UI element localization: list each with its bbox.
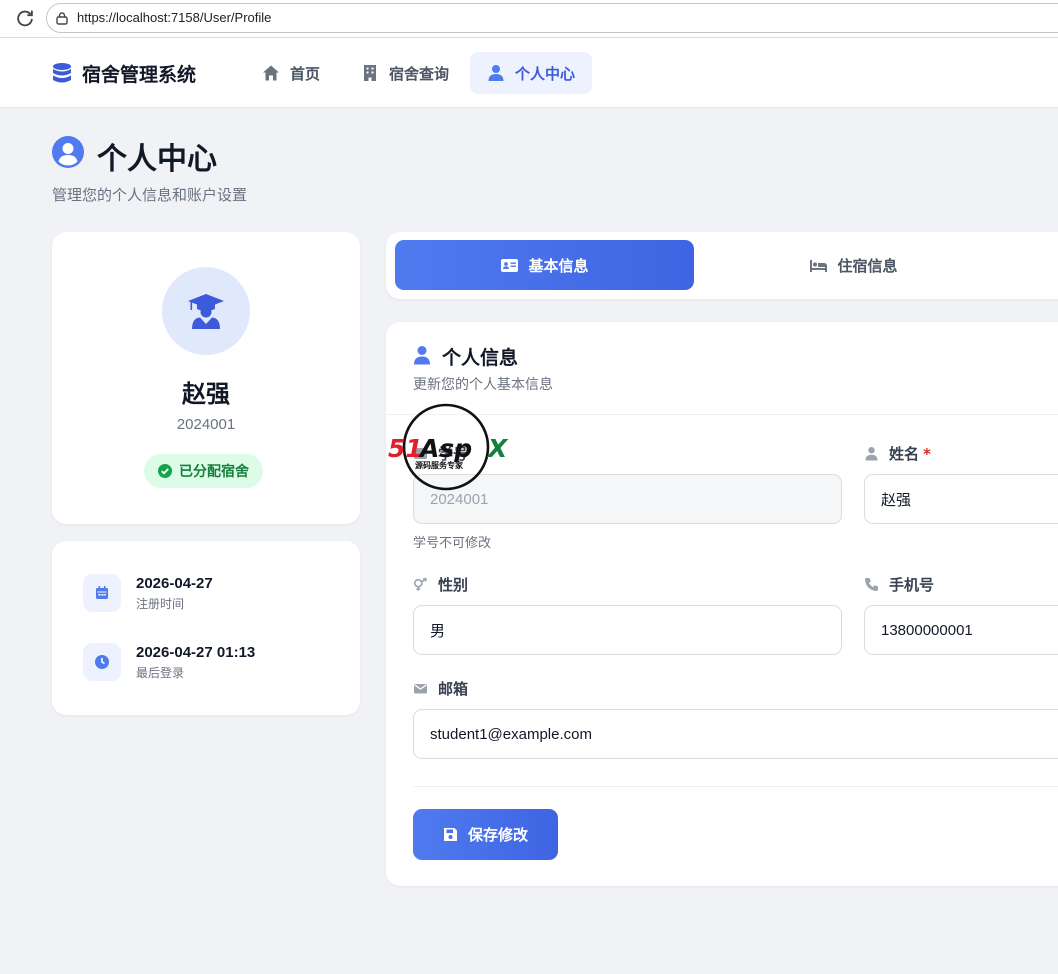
gender-field[interactable]: 男 [413, 605, 842, 655]
nav-item-dorm-search[interactable]: 宿舍查询 [344, 52, 466, 94]
address-bar[interactable]: https://localhost:7158/User/Profile [46, 3, 1058, 33]
lock-icon [56, 12, 68, 25]
email-field[interactable]: student1@example.com [413, 709, 1058, 759]
home-icon [263, 65, 279, 81]
phone-icon [865, 578, 878, 591]
page-subtitle: 管理您的个人信息和账户设置 [52, 186, 248, 204]
register-time-label: 注册时间 [136, 596, 185, 611]
svg-text:51: 51 [388, 434, 423, 463]
nav-dorm-search-label: 宿舍查询 [389, 64, 450, 83]
save-icon [443, 828, 457, 841]
name-label: 姓名 * [864, 443, 931, 464]
database-icon [53, 62, 71, 82]
user-icon [865, 447, 878, 461]
svg-text:Asp: Asp [418, 434, 472, 463]
profile-student-id: 2024001 [176, 416, 236, 433]
user-icon [488, 65, 504, 81]
nav-profile-label: 个人中心 [515, 64, 576, 83]
name-field[interactable]: 赵强 [864, 474, 1058, 524]
status-badge: 已分配宿舍 [144, 454, 263, 488]
section-description: 更新您的个人基本信息 [413, 377, 553, 393]
user-icon [414, 346, 430, 365]
divider [413, 786, 1058, 787]
check-circle-icon [158, 464, 172, 478]
top-navbar: 宿舍管理系统 首页 宿舍查询 个人中心 [0, 38, 1058, 108]
svg-text:源码服务专家: 源码服务专家 [415, 460, 464, 470]
user-circle-icon [52, 136, 84, 168]
building-icon [364, 65, 376, 81]
last-login-value: 2026-04-27 01:13 [136, 643, 256, 661]
calendar-icon-wrap [83, 574, 121, 612]
clock-icon-wrap [83, 643, 121, 681]
register-time-value: 2026-04-27 [136, 574, 213, 592]
status-text: 已分配宿舍 [179, 464, 249, 480]
tab-accommodation-info[interactable]: 住宿信息 [704, 240, 1003, 290]
profile-name: 赵强 [182, 380, 230, 408]
brand-name: 宿舍管理系统 [82, 64, 197, 86]
profile-card: 赵强 2024001 已分配宿舍 [52, 232, 360, 524]
page-title: 个人中心 [97, 142, 217, 177]
name-label-text: 姓名 [889, 445, 920, 463]
email-label-text: 邮箱 [438, 680, 469, 698]
student-id-help: 学号不可修改 [413, 536, 492, 551]
register-time-row: 2026-04-27 注册时间 [83, 574, 213, 612]
graduate-icon [188, 294, 224, 329]
last-login-row: 2026-04-27 01:13 最后登录 [83, 643, 255, 681]
tabs-bar: 基本信息 住宿信息 [386, 232, 1058, 299]
gender-label: 性别 [413, 574, 468, 595]
last-login-label: 最后登录 [136, 665, 185, 680]
brand[interactable]: 宿舍管理系统 [52, 60, 196, 87]
phone-label: 手机号 [864, 574, 934, 595]
url-text: https://localhost:7158/User/Profile [77, 10, 272, 25]
tab-basic-info-label: 基本信息 [528, 256, 589, 275]
reload-icon[interactable] [14, 7, 36, 29]
envelope-icon [414, 684, 427, 694]
svg-text:X: X [486, 434, 509, 463]
save-button[interactable]: 保存修改 [413, 809, 558, 860]
section-title: 个人信息 [442, 347, 519, 369]
browser-toolbar: https://localhost:7158/User/Profile [0, 0, 1058, 38]
email-label: 邮箱 [413, 678, 468, 699]
watermark-logo: 51 Asp X 源码服务专家 [388, 403, 509, 491]
nav-item-home[interactable]: 首页 [245, 52, 337, 94]
tab-accommodation-info-label: 住宿信息 [837, 256, 898, 275]
gender-icon [413, 577, 427, 591]
account-time-card: 2026-04-27 注册时间 2026-04-27 01:13 最后登录 [52, 541, 360, 715]
tab-basic-info[interactable]: 基本信息 [395, 240, 694, 290]
phone-field[interactable]: 13800000001 [864, 605, 1058, 655]
nav-home-label: 首页 [290, 64, 321, 83]
bed-icon [810, 259, 828, 272]
required-mark: * [923, 444, 931, 463]
save-button-label: 保存修改 [467, 826, 528, 844]
calendar-icon [96, 586, 108, 599]
phone-label-text: 手机号 [889, 576, 935, 594]
gender-label-text: 性别 [438, 576, 469, 594]
clock-icon [95, 655, 109, 669]
avatar [162, 267, 250, 355]
nav-item-profile[interactable]: 个人中心 [470, 52, 593, 94]
id-card-icon [501, 258, 519, 272]
